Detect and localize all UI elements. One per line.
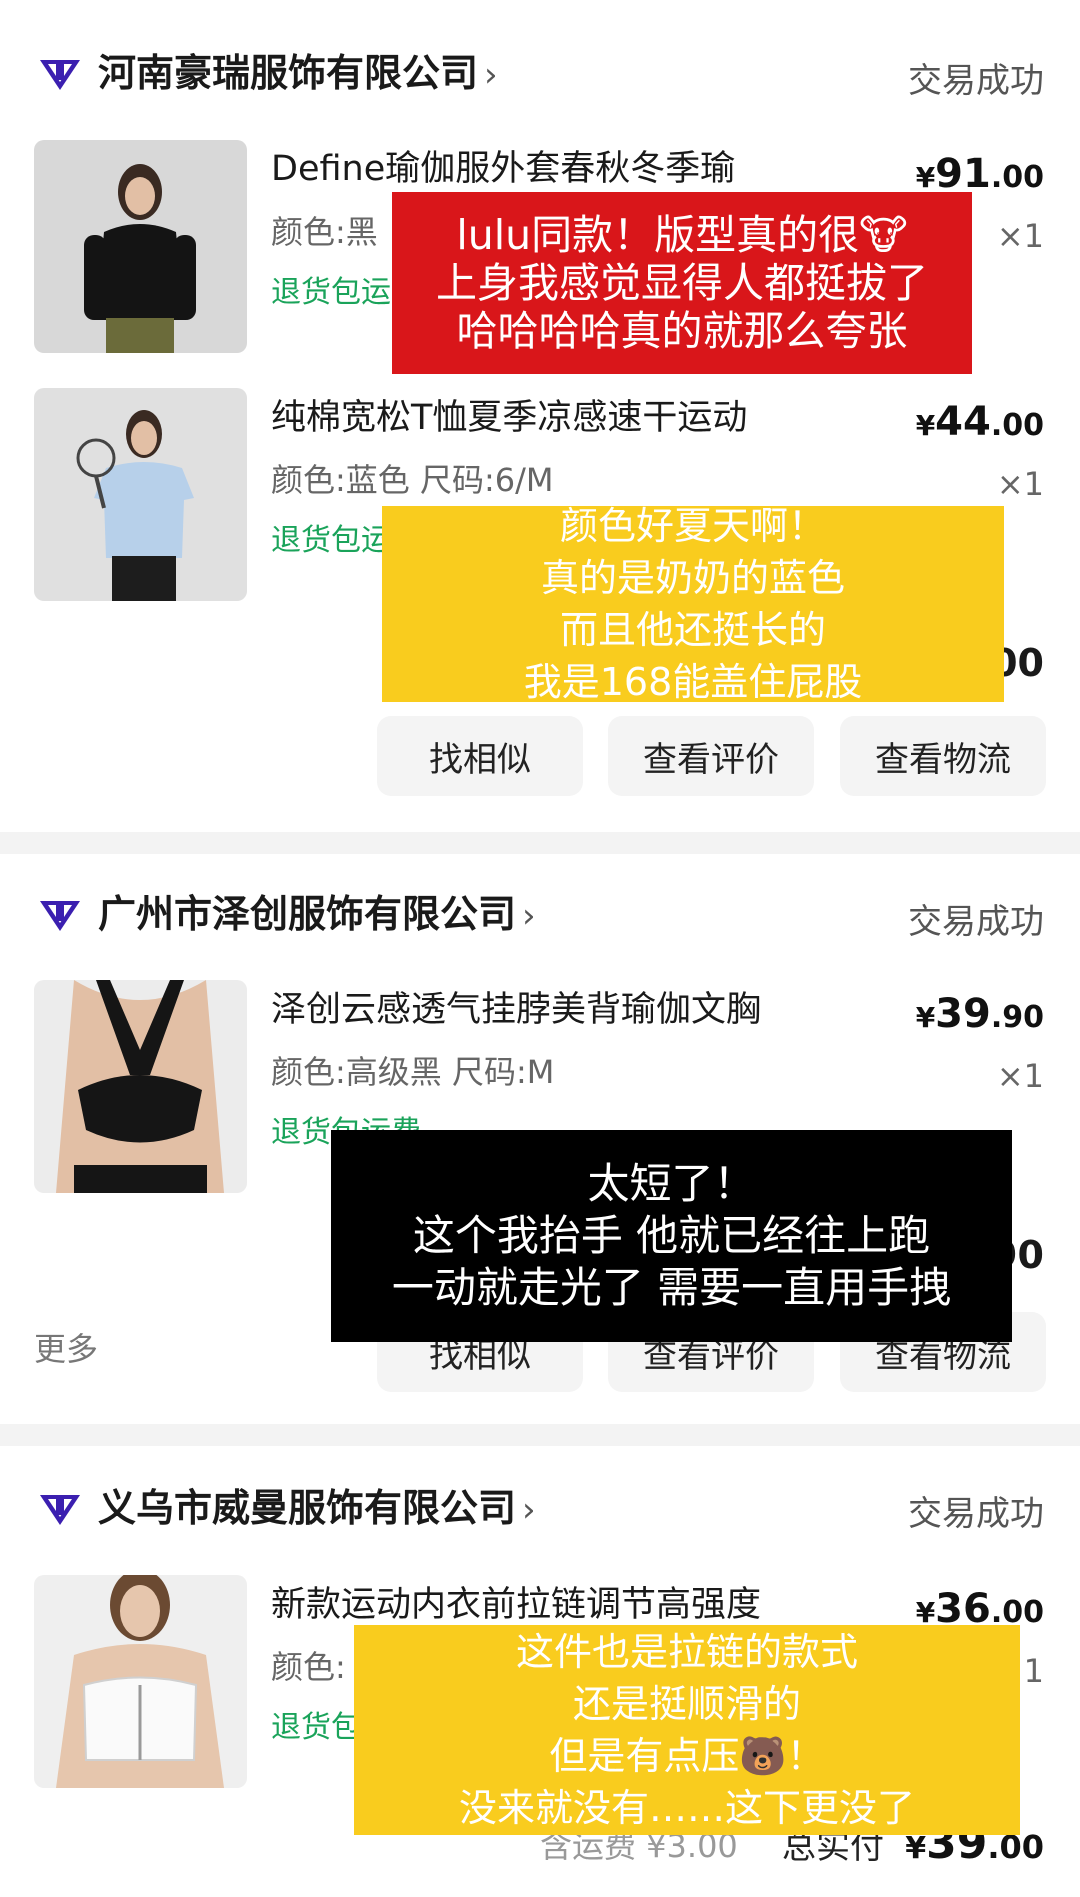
caption-overlay-yellow: 这件也是拉链的款式 还是挺顺滑的 但是有点压🐻！ 没来就没有……这下更没了 <box>354 1625 1020 1835</box>
store-logo-icon <box>40 60 80 90</box>
chevron-right-icon: › <box>484 55 498 95</box>
caption-line: 我是168能盖住屁股 <box>523 660 863 702</box>
store-logo-icon <box>40 901 80 931</box>
order-divider <box>0 1424 1080 1446</box>
order-divider <box>0 832 1080 854</box>
caption-overlay-yellow: 颜色好夏天啊！ 真的是奶奶的蓝色 而且他还挺长的 我是168能盖住屁股 <box>382 506 1004 702</box>
caption-overlay-red: lulu同款！版型真的很🐮 上身我感觉显得人都挺拔了 哈哈哈哈真的就那么夸张 <box>392 192 972 374</box>
product-price: ¥39.90 <box>915 991 1044 1037</box>
product-thumbnail[interactable] <box>34 140 247 353</box>
caption-line: 颜色好夏天啊！ <box>559 506 826 548</box>
caption-line: lulu同款！版型真的很🐮 <box>456 211 908 259</box>
product-spec: 颜色:黑 <box>271 213 378 251</box>
store-name: 义乌市威曼服饰有限公司 <box>98 1486 517 1530</box>
caption-line: 但是有点压🐻！ <box>549 1734 825 1778</box>
product-spec: 颜色: <box>271 1648 346 1686</box>
product-thumbnail[interactable] <box>34 388 247 601</box>
free-return-label: 退货包运 <box>271 275 391 310</box>
caption-line: 而且他还挺长的 <box>559 608 826 652</box>
view-reviews-button[interactable]: 查看评价 <box>608 716 814 796</box>
order-status: 交易成功 <box>908 61 1044 101</box>
find-similar-button[interactable]: 找相似 <box>377 716 583 796</box>
product-quantity: ×1 <box>996 217 1044 255</box>
product-thumbnail[interactable] <box>34 980 247 1193</box>
caption-line: 一动就走光了 需要一直用手拽 <box>391 1263 952 1312</box>
product-thumbnail[interactable] <box>34 1575 247 1788</box>
store-name-link[interactable]: 广州市泽创服饰有限公司 › <box>98 895 536 933</box>
total-paid-label: 总实付 <box>782 1827 884 1867</box>
caption-line: 真的是奶奶的蓝色 <box>540 556 845 600</box>
caption-line: 太短了！ <box>587 1159 756 1208</box>
free-return-label: 退货包 <box>271 1710 361 1745</box>
view-logistics-button[interactable]: 查看物流 <box>840 716 1046 796</box>
product-quantity: ×1 <box>996 1057 1044 1095</box>
caption-line: 这件也是拉链的款式 <box>515 1630 858 1674</box>
caption-line: 这个我抬手 他就已经往上跑 <box>412 1211 931 1260</box>
product-price: ¥36.00 <box>915 1586 1044 1632</box>
more-link[interactable]: 更多 <box>34 1333 98 1365</box>
product-spec: 颜色:蓝色 尺码:6/M <box>271 461 554 499</box>
caption-line: 哈哈哈哈真的就那么夸张 <box>456 307 908 355</box>
product-spec: 颜色:高级黑 尺码:M <box>271 1053 555 1091</box>
chevron-right-icon: › <box>522 1490 536 1530</box>
caption-line: 没来就没有……这下更没了 <box>458 1786 915 1830</box>
store-name-link[interactable]: 义乌市威曼服饰有限公司 › <box>98 1489 536 1527</box>
store-name-link[interactable]: 河南豪瑞服饰有限公司 › <box>98 54 498 92</box>
store-name: 广州市泽创服饰有限公司 <box>98 892 517 936</box>
caption-line: 上身我感觉显得人都挺拔了 <box>436 259 928 307</box>
free-return-label: 退货包运 <box>271 523 391 558</box>
order-status: 交易成功 <box>908 1494 1044 1534</box>
product-quantity: ×1 <box>996 465 1044 503</box>
store-name: 河南豪瑞服饰有限公司 <box>98 51 479 95</box>
caption-line: 还是挺顺滑的 <box>572 1682 801 1726</box>
product-title: Define瑜伽服外套春秋冬季瑜 <box>271 149 736 189</box>
order-status: 交易成功 <box>908 902 1044 942</box>
store-logo-icon <box>40 1495 80 1525</box>
product-title: 新款运动内衣前拉链调节高强度 <box>271 1585 762 1625</box>
caption-overlay-black: 太短了！ 这个我抬手 他就已经往上跑 一动就走光了 需要一直用手拽 <box>331 1130 1012 1342</box>
product-price: ¥44.00 <box>915 399 1044 445</box>
chevron-right-icon: › <box>522 896 536 936</box>
product-title: 纯棉宽松T恤夏季凉感速干运动 <box>271 398 748 438</box>
product-price: ¥91.00 <box>915 151 1044 197</box>
product-title: 泽创云感透气挂脖美背瑜伽文胸 <box>271 990 762 1030</box>
